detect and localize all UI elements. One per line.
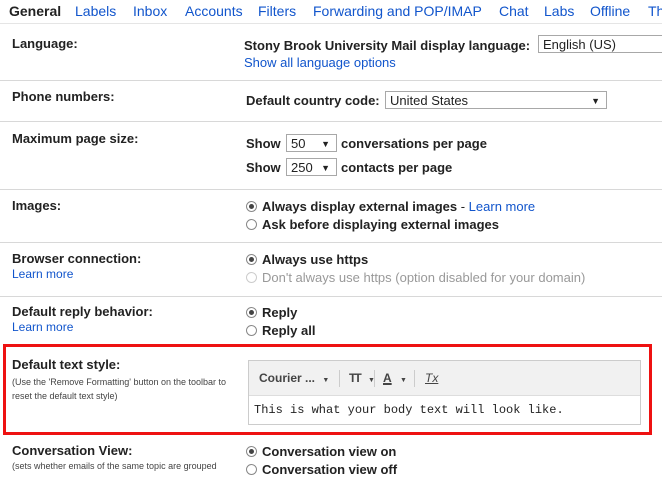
phone-label: Phone numbers: <box>12 89 115 104</box>
tab-offline[interactable]: Offline <box>590 3 630 19</box>
tab-forwarding[interactable]: Forwarding and POP/IMAP <box>313 3 482 19</box>
contacts-per-page-value: 250 <box>291 160 313 175</box>
reply-all-radio[interactable] <box>246 325 257 336</box>
https-always-label: Always use https <box>262 252 369 267</box>
page-size-label: Maximum page size: <box>12 131 139 146</box>
show-all-languages-link[interactable]: Show all language options <box>244 55 396 70</box>
conversation-view-label: Conversation View: <box>12 443 133 458</box>
language-selected: English (US) <box>543 37 616 52</box>
tab-labels[interactable]: Labels <box>75 3 116 19</box>
tab-chat[interactable]: Chat <box>499 3 529 19</box>
reply-behavior-label: Default reply behavior: <box>12 304 153 319</box>
text-style-preview[interactable]: This is what your body text will look li… <box>254 403 564 417</box>
chevron-down-icon: ▼ <box>400 377 407 384</box>
conversation-view-note: (sets whether emails of the same topic a… <box>12 461 217 471</box>
language-label: Language: <box>12 36 78 51</box>
divider <box>0 121 662 122</box>
tab-general[interactable]: General <box>9 3 61 19</box>
https-not-always-radio <box>246 272 257 283</box>
country-code-value: United States <box>390 93 469 108</box>
tab-accounts[interactable]: Accounts <box>185 3 243 19</box>
reply-radio[interactable] <box>246 307 257 318</box>
text-color-icon: A <box>383 371 392 385</box>
divider <box>0 242 662 243</box>
chevron-down-icon: ▼ <box>591 96 600 106</box>
text-style-note: (Use the 'Remove Formatting' button on t… <box>12 377 227 401</box>
font-family-value: Courier ... <box>259 371 316 385</box>
images-always-label: Always display external images <box>262 199 458 214</box>
conversation-on-radio[interactable] <box>246 446 257 457</box>
conversations-per-page-select[interactable]: 50 ▼ <box>286 134 337 152</box>
images-always-option: Always display external images - Learn m… <box>262 199 535 214</box>
chevron-down-icon: ▼ <box>322 377 330 384</box>
tab-labs[interactable]: Labs <box>544 3 574 19</box>
show-text: Show <box>246 136 281 151</box>
divider <box>0 189 662 190</box>
font-family-dropdown[interactable]: Courier ... ▼ <box>259 371 329 385</box>
country-code-label: Default country code: <box>246 93 380 108</box>
images-label: Images: <box>12 198 62 213</box>
font-size-icon: TT <box>349 371 362 385</box>
browser-learn-more-link[interactable]: Learn more <box>12 267 73 281</box>
divider <box>0 80 662 81</box>
display-language-text: Stony Brook University Mail display lang… <box>244 38 531 53</box>
tabs-divider <box>0 23 662 24</box>
divider <box>0 296 662 297</box>
settings-tabs: General Labels Inbox Accounts Filters Fo… <box>0 0 662 26</box>
tab-inbox[interactable]: Inbox <box>133 3 167 19</box>
chevron-down-icon: ▼ <box>321 163 330 173</box>
text-style-editor: Courier ... ▼ TT ▼ A ▼ Tx This is what y… <box>248 360 641 425</box>
contacts-per-page-select[interactable]: 250 ▼ <box>286 158 337 176</box>
language-select[interactable]: English (US) <box>538 35 662 53</box>
tab-themes[interactable]: Th <box>648 3 662 19</box>
toolbar-divider <box>414 370 415 387</box>
country-code-select[interactable]: United States ▼ <box>385 91 607 109</box>
reply-label: Reply <box>262 305 298 320</box>
conversations-per-page-value: 50 <box>291 136 306 151</box>
formatting-toolbar: Courier ... ▼ TT ▼ A ▼ Tx <box>249 361 640 396</box>
show-text: Show <box>246 160 281 175</box>
tab-filters[interactable]: Filters <box>258 3 296 19</box>
images-learn-more-link[interactable]: Learn more <box>469 199 535 214</box>
browser-connection-label: Browser connection: <box>12 251 142 266</box>
images-always-radio[interactable] <box>246 201 257 212</box>
reply-all-label: Reply all <box>262 323 316 338</box>
text-color-dropdown[interactable]: A ▼ <box>383 371 407 385</box>
reply-learn-more-link[interactable]: Learn more <box>12 320 73 334</box>
chevron-down-icon: ▼ <box>321 139 330 149</box>
https-always-radio[interactable] <box>246 254 257 265</box>
toolbar-divider <box>374 370 375 387</box>
remove-formatting-icon[interactable]: Tx <box>425 371 438 385</box>
images-ask-label: Ask before displaying external images <box>262 217 499 232</box>
https-not-always-label: Don't always use https (option disabled … <box>262 270 586 285</box>
text-style-label: Default text style: <box>12 357 121 372</box>
images-ask-radio[interactable] <box>246 219 257 230</box>
toolbar-divider <box>339 370 340 387</box>
contacts-suffix: contacts per page <box>341 160 453 175</box>
conversations-suffix: conversations per page <box>341 136 487 151</box>
conversation-on-label: Conversation view on <box>262 444 397 459</box>
separator: - <box>457 199 469 214</box>
font-size-dropdown[interactable]: TT ▼ <box>349 371 375 385</box>
